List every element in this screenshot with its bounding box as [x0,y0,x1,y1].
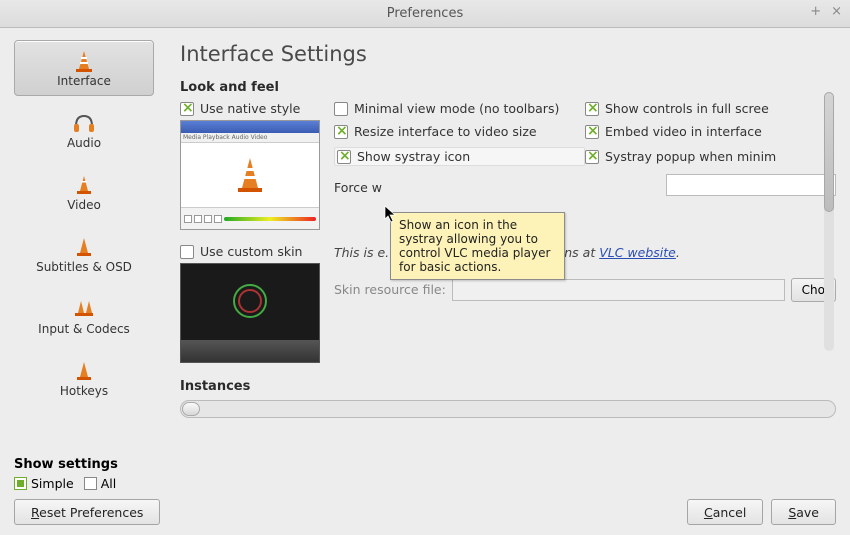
category-label: Subtitles & OSD [36,260,132,274]
force-window-style-label: Force w [334,180,382,195]
show-settings-group: Show settings Simple All [14,457,118,491]
checkbox-minimal-view[interactable]: Minimal view mode (no toolbars) [334,101,585,116]
horizontal-scrollbar[interactable] [180,400,836,418]
radio-all[interactable]: All [84,476,117,491]
checkbox-icon [585,102,599,116]
cone-icon [69,358,99,384]
cone-icon [69,296,99,322]
page-title: Interface Settings [180,42,836,66]
show-settings-label: Show settings [14,457,118,472]
checkbox-embed-video[interactable]: Embed video in interface [585,124,836,139]
cone-icon [69,48,99,74]
category-input-codecs[interactable]: Input & Codecs [14,288,154,344]
category-sidebar: Interface Audio Video [14,40,172,461]
checkbox-show-systray[interactable]: Show systray icon [334,147,585,166]
checkbox-use-native-style[interactable]: Use native style [180,101,320,116]
radio-icon [84,477,97,490]
category-label: Hotkeys [60,384,108,398]
cancel-button[interactable]: Cancel [687,499,763,525]
checkbox-icon [334,125,348,139]
section-instances: Instances [180,379,836,394]
category-label: Input & Codecs [38,322,130,336]
checkbox-label: Minimal view mode (no toolbars) [354,101,559,116]
window-minimize-icon[interactable]: + [810,4,821,19]
checkbox-icon [585,150,599,164]
custom-skin-preview [180,263,320,363]
reset-preferences-button[interactable]: Reset Preferences [14,499,160,525]
checkbox-icon [585,125,599,139]
checkbox-label: Use custom skin [200,244,302,259]
skin-resource-label: Skin resource file: [334,282,446,297]
category-audio[interactable]: Audio [14,102,154,158]
category-label: Interface [57,74,111,88]
radio-simple[interactable]: Simple [14,476,74,491]
checkbox-systray-popup[interactable]: Systray popup when minim [585,147,836,166]
checkbox-label: Use native style [200,101,300,116]
checkbox-label: Show controls in full scree [605,101,769,116]
vlc-skins-link[interactable]: VLC website [599,245,676,260]
window-title: Preferences [387,6,463,21]
category-subtitles[interactable]: Subtitles & OSD [14,226,154,282]
radio-icon [14,477,27,490]
main-panel: Interface Settings Look and feel Use nat… [172,40,836,461]
category-label: Audio [67,136,101,150]
vertical-scrollbar[interactable] [824,92,834,351]
checkbox-icon [180,102,194,116]
checkbox-label: Systray popup when minim [605,149,776,164]
save-button[interactable]: Save [771,499,836,525]
checkbox-label: Embed video in interface [605,124,762,139]
checkbox-icon [180,245,194,259]
checkbox-use-custom-skin[interactable]: Use custom skin [180,244,320,259]
cone-icon [69,172,99,198]
checkbox-resize-to-video[interactable]: Resize interface to video size [334,124,585,139]
category-hotkeys[interactable]: Hotkeys [14,350,154,406]
section-look-and-feel: Look and feel [180,80,836,95]
cone-icon [69,234,99,260]
checkbox-label: Resize interface to video size [354,124,537,139]
category-label: Video [67,198,101,212]
checkbox-icon [334,102,348,116]
force-window-style-input[interactable] [666,174,836,196]
native-style-preview: Media Playback Audio Video [180,120,320,230]
checkbox-icon [337,150,351,164]
category-interface[interactable]: Interface [14,40,154,96]
skin-resource-input[interactable] [452,279,785,301]
tooltip: Show an icon in the systray allowing you… [390,212,565,280]
titlebar: Preferences + × [0,0,850,28]
headphones-icon [69,110,99,136]
checkbox-show-controls-fullscreen[interactable]: Show controls in full scree [585,101,836,116]
window-close-icon[interactable]: × [831,4,842,19]
category-video[interactable]: Video [14,164,154,220]
checkbox-label: Show systray icon [357,149,470,164]
